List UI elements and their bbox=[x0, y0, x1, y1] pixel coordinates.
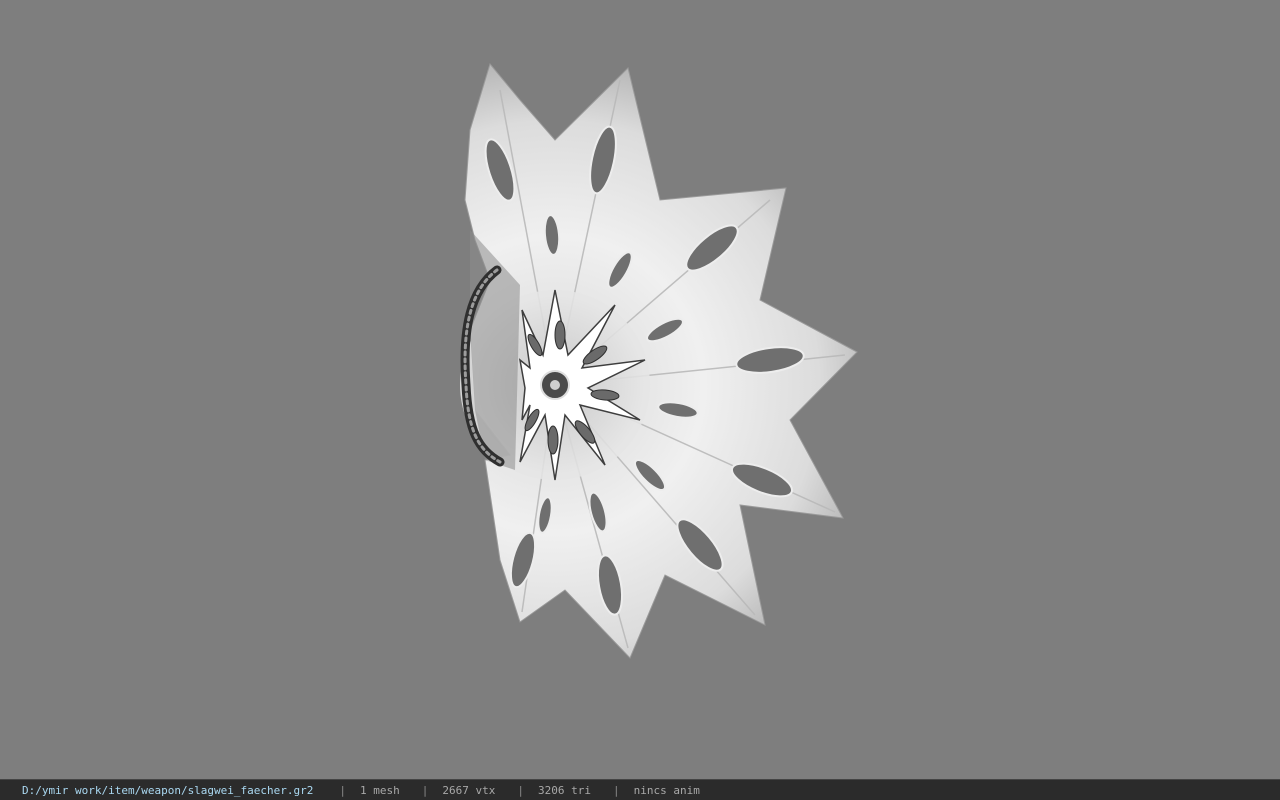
animation-status: nincs anim bbox=[633, 783, 700, 797]
status-separator: | bbox=[517, 783, 525, 797]
fan-weapon-model[interactable] bbox=[0, 0, 1280, 779]
status-bar: D:/ymir work/item/weapon/slagwei_faecher… bbox=[0, 779, 1280, 800]
mesh-count: 1 mesh bbox=[360, 783, 400, 797]
triangle-count: 3206 tri bbox=[538, 783, 591, 797]
status-separator: | bbox=[613, 783, 620, 797]
status-separator: | bbox=[421, 783, 429, 797]
3d-viewport[interactable] bbox=[0, 0, 1280, 779]
model-path: D:/ymir work/item/weapon/slagwei_faecher… bbox=[22, 783, 314, 797]
vertex-count: 2667 vtx bbox=[442, 783, 496, 797]
status-separator: | bbox=[339, 783, 347, 797]
